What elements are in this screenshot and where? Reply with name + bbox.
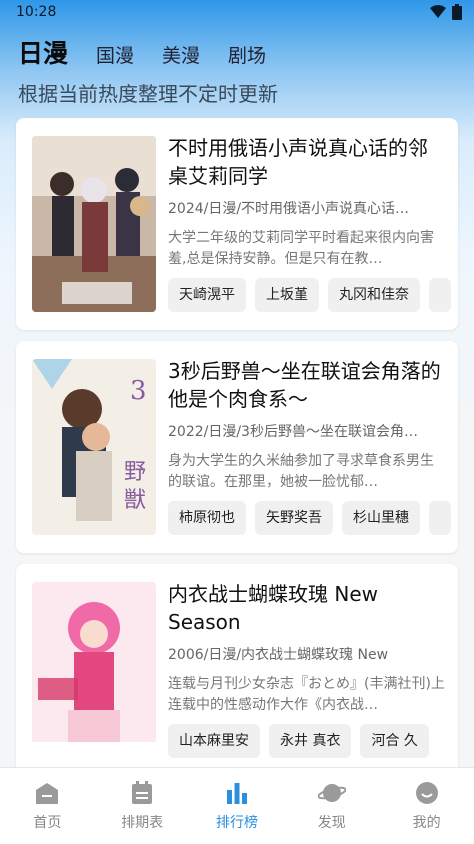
cover-image: 3 野 獣 <box>32 359 156 535</box>
svg-text:3: 3 <box>130 376 147 406</box>
anime-meta: 2006/日漫/内衣战士蝴蝶玫瑰 New <box>168 647 389 663</box>
tab-japanese[interactable]: 日漫 <box>18 34 68 70</box>
bottom-navigation: 首页 排期表 排行榜 发现 我的 <box>0 767 474 844</box>
cast-chip[interactable] <box>429 278 451 312</box>
status-bar: 10:28 <box>0 0 474 26</box>
cast-list: 柿原彻也 矢野奖吾 杉山里穗 <box>168 501 458 535</box>
anime-meta: 2024/日漫/不时用俄语小声说真心话… <box>168 201 410 217</box>
cast-chip[interactable]: 丸冈和佳奈 <box>328 278 420 312</box>
cast-chip[interactable]: 河合 久 <box>360 724 429 758</box>
cast-chip[interactable]: 山本麻里安 <box>168 724 260 758</box>
tab-chinese[interactable]: 国漫 <box>96 41 134 68</box>
tab-theater[interactable]: 剧场 <box>228 41 266 68</box>
category-tabs: 日漫 国漫 美漫 剧场 <box>18 34 266 70</box>
calendar-icon <box>132 781 153 804</box>
nav-label: 排期表 <box>121 815 164 831</box>
cast-chip[interactable]: 上坂堇 <box>255 278 319 312</box>
svg-text:獣: 獣 <box>124 488 146 513</box>
anime-description: 大学二年级的艾莉同学平时看起来很内向害羞,总是保持安静。但是只有在教… <box>168 230 434 267</box>
anime-title: 3秒后野兽～坐在联谊会角落的他是个肉食系～ <box>168 359 441 411</box>
anime-card[interactable]: 3 野 獣 3秒后野兽～坐在联谊会角落的他是个肉食系～ 2022/日漫/3秒后野… <box>16 341 458 553</box>
page-subtitle: 根据当前热度整理不定时更新 <box>18 82 278 106</box>
nav-home[interactable]: 首页 <box>0 768 95 844</box>
cast-chip[interactable]: 永井 真衣 <box>269 724 352 758</box>
nav-ranking[interactable]: 排行榜 <box>190 768 285 844</box>
cast-chip[interactable]: 矢野奖吾 <box>255 501 333 535</box>
nav-profile[interactable]: 我的 <box>379 768 474 844</box>
anime-description: 身为大学生的久米紬参加了寻求草食系男生的联谊。在那里，她被一脸忧郁… <box>168 453 434 490</box>
cover-image <box>32 136 156 312</box>
anime-meta: 2022/日漫/3秒后野兽～坐在联谊会角… <box>168 424 418 440</box>
wifi-icon <box>430 5 446 18</box>
cast-list: 山本麻里安 永井 真衣 河合 久 <box>168 724 458 758</box>
anime-description: 连载与月刊少女杂志『おとめ』(丰满社刊)上连载中的性感动作大作《内衣战… <box>168 676 445 713</box>
home-icon <box>36 783 59 804</box>
anime-card[interactable]: 不时用俄语小声说真心话的邻桌艾莉同学 2024/日漫/不时用俄语小声说真心话… … <box>16 118 458 330</box>
cast-list: 天崎滉平 上坂堇 丸冈和佳奈 <box>168 278 458 312</box>
cast-chip[interactable] <box>429 501 451 535</box>
status-time: 10:28 <box>16 4 57 20</box>
bar-chart-icon <box>226 783 247 804</box>
nav-label: 我的 <box>412 815 441 831</box>
nav-discover[interactable]: 发现 <box>284 768 379 844</box>
nav-label: 首页 <box>33 815 62 831</box>
battery-icon <box>452 4 462 20</box>
cover-image <box>32 582 156 758</box>
planet-icon <box>317 784 346 802</box>
nav-label: 排行榜 <box>215 815 258 831</box>
nav-schedule[interactable]: 排期表 <box>95 768 190 844</box>
anime-title: 不时用俄语小声说真心话的邻桌艾莉同学 <box>168 136 428 188</box>
cast-chip[interactable]: 天崎滉平 <box>168 278 246 312</box>
nav-label: 发现 <box>317 815 346 831</box>
tab-american[interactable]: 美漫 <box>162 41 200 68</box>
anime-title: 内衣战士蝴蝶玫瑰 New Season <box>168 582 378 634</box>
svg-text:野: 野 <box>124 460 146 485</box>
cast-chip[interactable]: 柿原彻也 <box>168 501 246 535</box>
anime-card[interactable]: 内衣战士蝴蝶玫瑰 New Season 2006/日漫/内衣战士蝴蝶玫瑰 New… <box>16 564 458 776</box>
cast-chip[interactable]: 杉山里穗 <box>342 501 420 535</box>
smiley-icon <box>415 782 438 804</box>
